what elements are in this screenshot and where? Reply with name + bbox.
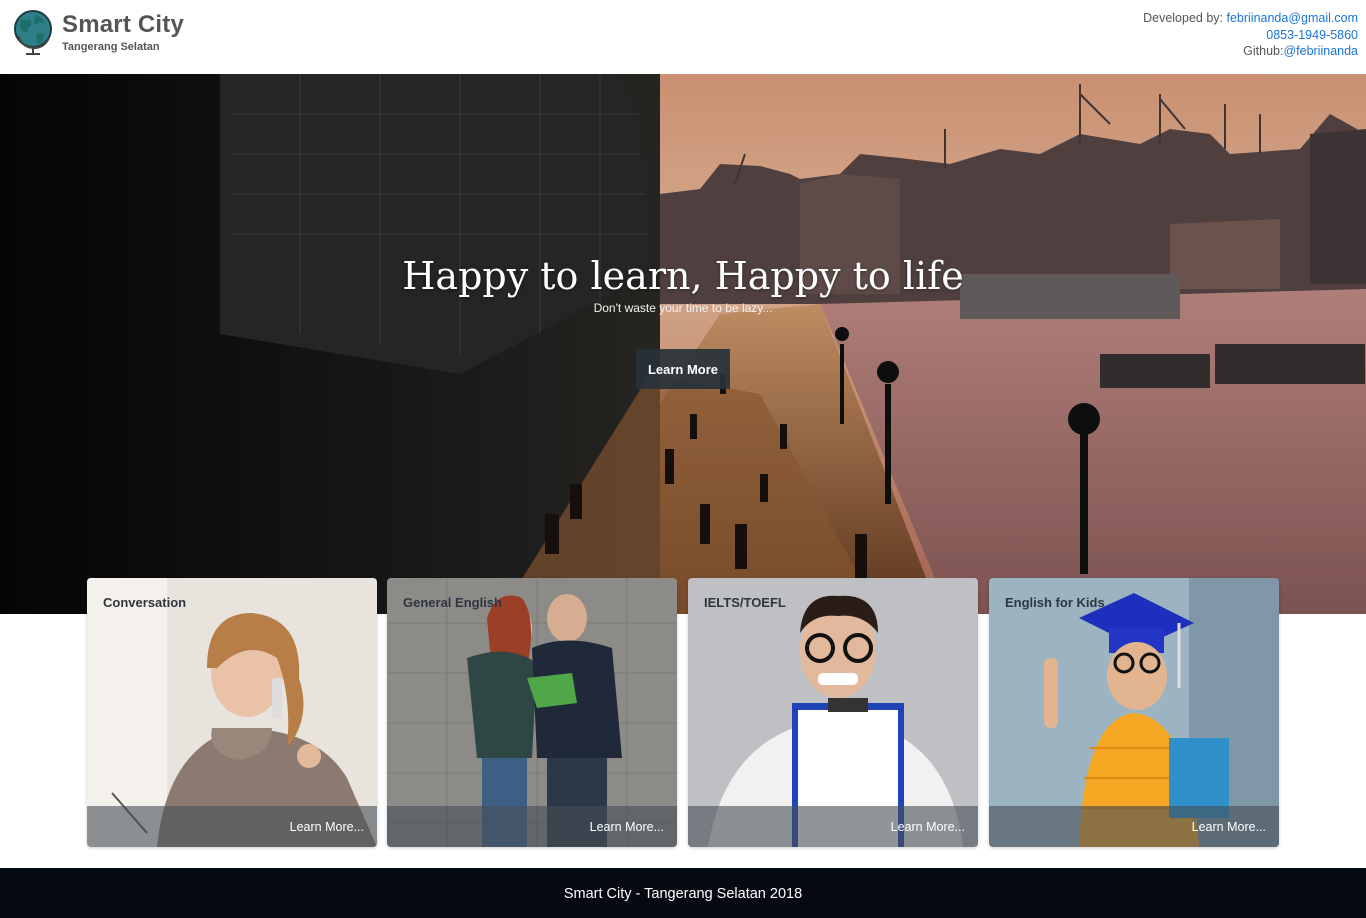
hero-subtitle: Don't waste your time to be lazy... <box>593 301 773 315</box>
card-title: Conversation <box>103 595 187 610</box>
course-card-general-english[interactable]: General English Learn More... <box>387 578 677 847</box>
developer-label: Developed by: <box>1143 11 1227 25</box>
developer-info: Developed by: febriinanda@gmail.com 0853… <box>1143 10 1358 60</box>
github-link[interactable]: @febriinanda <box>1283 44 1358 58</box>
card-learn-more-link[interactable]: Learn More... <box>1192 820 1266 834</box>
card-title: General English <box>403 595 502 610</box>
site-footer: Smart City - Tangerang Selatan 2018 <box>0 868 1366 918</box>
github-label: Github: <box>1243 44 1284 58</box>
card-learn-more-link[interactable]: Learn More... <box>891 820 965 834</box>
brand-subtitle: Tangerang Selatan <box>62 41 160 53</box>
hero-banner: Happy to learn, Happy to life Don't wast… <box>0 74 1366 614</box>
hero-title: Happy to learn, Happy to life <box>402 254 964 298</box>
globe-icon[interactable] <box>12 10 54 56</box>
footer-text: Smart City - Tangerang Selatan 2018 <box>563 886 803 902</box>
card-title: English for Kids <box>1005 595 1105 610</box>
card-learn-more-link[interactable]: Learn More... <box>590 820 664 834</box>
card-learn-more-link[interactable]: Learn More... <box>290 820 364 834</box>
card-title: IELTS/TOEFL <box>704 595 786 610</box>
developer-email-link[interactable]: febriinanda@gmail.com <box>1226 11 1358 25</box>
hero-background-image <box>0 74 1366 614</box>
brand-title[interactable]: Smart City <box>62 11 184 39</box>
developer-phone-link[interactable]: 0853-1949-5860 <box>1266 28 1358 42</box>
hero-learn-more-button[interactable]: Learn More <box>636 349 730 389</box>
course-card-conversation[interactable]: Conversation Learn More... <box>87 578 377 847</box>
course-card-english-for-kids[interactable]: English for Kids Learn More... <box>989 578 1279 847</box>
course-card-ielts-toefl[interactable]: IELTS/TOEFL Learn More... <box>688 578 978 847</box>
site-header: Smart City Tangerang Selatan Developed b… <box>0 0 1366 74</box>
